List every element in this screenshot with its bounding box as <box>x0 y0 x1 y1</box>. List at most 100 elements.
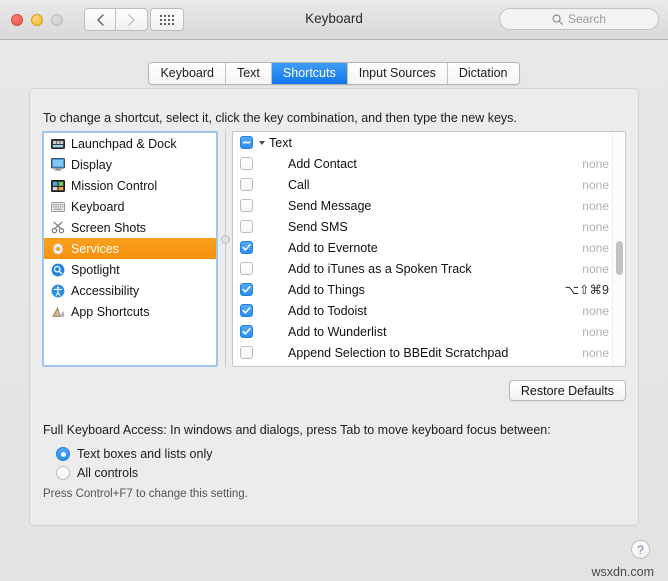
radio-label: All controls <box>77 466 138 480</box>
sidebar-item-label: Display <box>71 158 112 172</box>
table-row[interactable]: Append Selection to BBEdit Scratchpad no… <box>233 342 625 363</box>
titlebar: Keyboard Search <box>0 0 668 40</box>
row-checkbox[interactable] <box>240 262 253 275</box>
sidebar-item-app-shortcuts[interactable]: App Shortcuts <box>44 301 216 322</box>
sidebar-item-keyboard[interactable]: Keyboard <box>44 196 216 217</box>
table-row[interactable]: Add to Todoist none <box>233 300 625 321</box>
row-checkbox-cell <box>233 346 260 359</box>
row-checkbox[interactable] <box>240 241 253 254</box>
sidebar-item-label: App Shortcuts <box>71 305 150 319</box>
row-checkbox[interactable] <box>240 283 253 296</box>
table-row[interactable]: Add to Wunderlist none <box>233 321 625 342</box>
spotlight-icon <box>50 263 65 277</box>
dock-icon <box>50 137 65 151</box>
radio-all-controls[interactable]: All controls <box>56 466 138 480</box>
sidebar-item-label: Screen Shots <box>71 221 146 235</box>
checkmark-icon <box>242 306 251 315</box>
row-checkbox[interactable] <box>240 199 253 212</box>
group-label: Text <box>269 136 292 150</box>
table-row[interactable]: Add to Evernote none <box>233 237 625 258</box>
control-f7-hint: Press Control+F7 to change this setting. <box>43 488 248 500</box>
mission-control-icon <box>50 179 65 193</box>
shortcut-name: Add Contact <box>260 157 582 171</box>
tab-text[interactable]: Text <box>225 63 271 84</box>
group-checkbox-cell <box>233 136 260 149</box>
tab-dictation[interactable]: Dictation <box>447 63 519 84</box>
shortcut-name: Call <box>260 178 582 192</box>
shortcut-name: Add to Todoist <box>260 304 582 318</box>
sidebar-item-display[interactable]: Display <box>44 154 216 175</box>
row-checkbox-cell <box>233 199 260 212</box>
row-checkbox[interactable] <box>240 220 253 233</box>
checkmark-icon <box>242 243 251 252</box>
table-row[interactable]: Send Message none <box>233 195 625 216</box>
screenshot-icon <box>50 221 65 235</box>
shortcut-name: Add to iTunes as a Spoken Track <box>260 262 582 276</box>
row-checkbox-cell <box>233 262 260 275</box>
sidebar-item-label: Mission Control <box>71 179 157 193</box>
category-list[interactable]: Launchpad & Dock Display <box>42 131 218 367</box>
sidebar-item-label: Services <box>71 242 119 256</box>
radio-button[interactable] <box>56 447 70 461</box>
tab-shortcuts[interactable]: Shortcuts <box>271 63 347 84</box>
app-shortcuts-icon <box>50 305 65 319</box>
help-button[interactable]: ? <box>631 540 650 559</box>
table-row[interactable]: Send SMS none <box>233 216 625 237</box>
shortcut-name: Send Message <box>260 199 582 213</box>
row-checkbox[interactable] <box>240 325 253 338</box>
scrollbar-thumb[interactable] <box>616 241 623 275</box>
table-row[interactable]: Call none <box>233 174 625 195</box>
vertical-scrollbar[interactable] <box>612 133 624 367</box>
row-checkbox[interactable] <box>240 346 253 359</box>
radio-button[interactable] <box>56 466 70 480</box>
services-gear-icon <box>50 242 65 256</box>
checkmark-icon <box>242 327 251 336</box>
sidebar-item-accessibility[interactable]: Accessibility <box>44 280 216 301</box>
row-checkbox-cell <box>233 304 260 317</box>
sidebar-item-launchpad-dock[interactable]: Launchpad & Dock <box>44 133 216 154</box>
row-checkbox[interactable] <box>240 304 253 317</box>
disclosure-triangle-icon[interactable] <box>259 141 265 145</box>
row-checkbox[interactable] <box>240 157 253 170</box>
lists-area: Launchpad & Dock Display <box>42 131 626 367</box>
group-checkbox[interactable] <box>240 136 253 149</box>
list-splitter[interactable] <box>220 131 231 367</box>
shortcuts-panel: To change a shortcut, select it, click t… <box>29 88 639 526</box>
radio-text-boxes-and-lists[interactable]: Text boxes and lists only <box>56 447 213 461</box>
checkmark-icon <box>242 285 251 294</box>
radio-label: Text boxes and lists only <box>77 447 213 461</box>
sidebar-item-mission-control[interactable]: Mission Control <box>44 175 216 196</box>
shortcut-name: Add to Things <box>260 283 565 297</box>
sidebar-item-label: Keyboard <box>71 200 125 214</box>
splitter-bar <box>225 131 226 367</box>
dash-icon <box>242 138 251 147</box>
table-row[interactable]: Add to Things ⌥⇧⌘9 <box>233 279 625 300</box>
instruction-text: To change a shortcut, select it, click t… <box>43 111 517 125</box>
tab-keyboard[interactable]: Keyboard <box>149 63 225 84</box>
shortcut-list[interactable]: Text Add Contact none Call none <box>232 131 626 367</box>
sidebar-item-screen-shots[interactable]: Screen Shots <box>44 217 216 238</box>
row-checkbox[interactable] <box>240 178 253 191</box>
sidebar-item-spotlight[interactable]: Spotlight <box>44 259 216 280</box>
keyboard-icon <box>50 200 65 214</box>
shortcut-name: Send SMS <box>260 220 582 234</box>
table-row[interactable]: Add to iTunes as a Spoken Track none <box>233 258 625 279</box>
shortcut-name: Append Selection to BBEdit Scratchpad <box>260 346 582 360</box>
tab-input-sources[interactable]: Input Sources <box>347 63 447 84</box>
watermark: wsxdn.com <box>591 565 654 579</box>
search-icon <box>552 14 563 25</box>
search-field[interactable]: Search <box>499 8 659 30</box>
keyboard-preferences-window: Keyboard Search Keyboard Text Shortcuts … <box>0 0 668 581</box>
row-checkbox-cell <box>233 241 260 254</box>
shortcut-group-header[interactable]: Text <box>233 132 625 153</box>
row-checkbox-cell <box>233 178 260 191</box>
full-keyboard-access-label: Full Keyboard Access: In windows and dia… <box>43 423 551 437</box>
table-row[interactable]: Add Contact none <box>233 153 625 174</box>
sidebar-item-services[interactable]: Services <box>44 238 216 259</box>
shortcut-name: Add to Evernote <box>260 241 582 255</box>
splitter-knob[interactable] <box>221 235 230 244</box>
tab-bar: Keyboard Text Shortcuts Input Sources Di… <box>0 62 668 85</box>
shortcut-name: Add to Wunderlist <box>260 325 582 339</box>
restore-defaults-button[interactable]: Restore Defaults <box>509 380 626 401</box>
sidebar-item-label: Accessibility <box>71 284 139 298</box>
